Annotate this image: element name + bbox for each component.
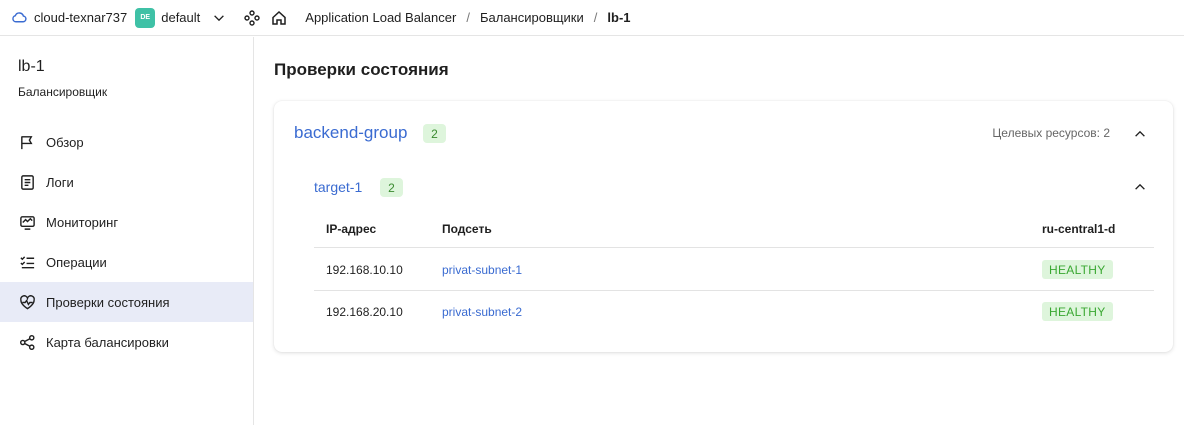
sidebar-item-label: Мониторинг (46, 214, 119, 230)
column-header-ip: IP-адрес (326, 222, 377, 236)
breadcrumb-item-alb[interactable]: Application Load Balancer (305, 10, 456, 25)
sidebar-item-operations[interactable]: Операции (0, 242, 253, 282)
subnet-link[interactable]: privat-subnet-2 (442, 305, 522, 319)
sidebar-item-monitoring[interactable]: Мониторинг (0, 202, 253, 242)
cloud-name[interactable]: cloud-texnar737 (34, 10, 127, 25)
breadcrumb-item-current: lb-1 (607, 10, 631, 25)
sidebar-item-label: Карта балансировки (46, 334, 169, 350)
status-badge: HEALTHY (1042, 302, 1113, 321)
targets-count-label: Целевых ресурсов: 2 (992, 126, 1110, 140)
chevron-up-icon[interactable] (1132, 126, 1148, 142)
breadcrumb: Application Load Balancer / Балансировщи… (305, 10, 630, 25)
breadcrumb-item-balancers[interactable]: Балансировщики (480, 10, 584, 25)
home-icon[interactable] (271, 10, 287, 26)
monitoring-icon (18, 213, 36, 231)
sidebar: lb-1 Балансировщик Обзор Логи Мониторинг… (0, 37, 254, 425)
sidebar-item-label: Операции (46, 254, 107, 270)
breadcrumb-separator: / (466, 10, 470, 25)
breadcrumb-separator: / (593, 10, 598, 25)
sidebar-item-label: Проверки состояния (46, 294, 170, 310)
logs-icon (18, 173, 36, 191)
map-icon (18, 333, 36, 351)
cloud-selector[interactable]: cloud-texnar737 (11, 9, 127, 26)
chevron-up-icon[interactable] (1132, 179, 1148, 195)
backend-group-card: backend-group 2 Целевых ресурсов: 2 targ… (274, 101, 1173, 352)
heartbeat-icon (18, 293, 36, 311)
flag-icon (18, 133, 36, 151)
subnet-link[interactable]: privat-subnet-1 (442, 263, 522, 277)
sidebar-item-logs[interactable]: Логи (0, 162, 253, 202)
folder-badge: DE (135, 7, 156, 28)
cloud-icon (11, 9, 28, 26)
sidebar-item-overview[interactable]: Обзор (0, 122, 253, 162)
group-count-badge: 2 (423, 124, 446, 143)
chevron-down-icon[interactable] (212, 11, 226, 25)
services-icon[interactable] (244, 9, 260, 26)
top-bar: cloud-texnar737 DE default Application L… (0, 0, 1184, 36)
divider (314, 290, 1154, 291)
target-group-link[interactable]: target-1 (314, 179, 362, 195)
table-cell-ip: 192.168.20.10 (326, 305, 403, 319)
sidebar-item-health-checks[interactable]: Проверки состояния (0, 282, 253, 322)
status-badge: HEALTHY (1042, 260, 1113, 279)
folder-name[interactable]: default (161, 10, 200, 25)
table-cell-ip: 192.168.10.10 (326, 263, 403, 277)
target-count-badge: 2 (380, 178, 403, 197)
sidebar-item-balancing-map[interactable]: Карта балансировки (0, 322, 253, 362)
column-header-subnet: Подсеть (442, 222, 492, 236)
sidebar-item-label: Обзор (46, 134, 84, 150)
backend-group-link[interactable]: backend-group (294, 123, 407, 143)
column-header-zone: ru-central1-d (1042, 222, 1116, 236)
operations-icon (18, 253, 36, 271)
page-title: Проверки состояния (274, 60, 449, 79)
resource-type: Балансировщик (18, 85, 108, 99)
sidebar-item-label: Логи (46, 174, 74, 190)
divider (314, 247, 1154, 248)
resource-title: lb-1 (18, 58, 45, 75)
